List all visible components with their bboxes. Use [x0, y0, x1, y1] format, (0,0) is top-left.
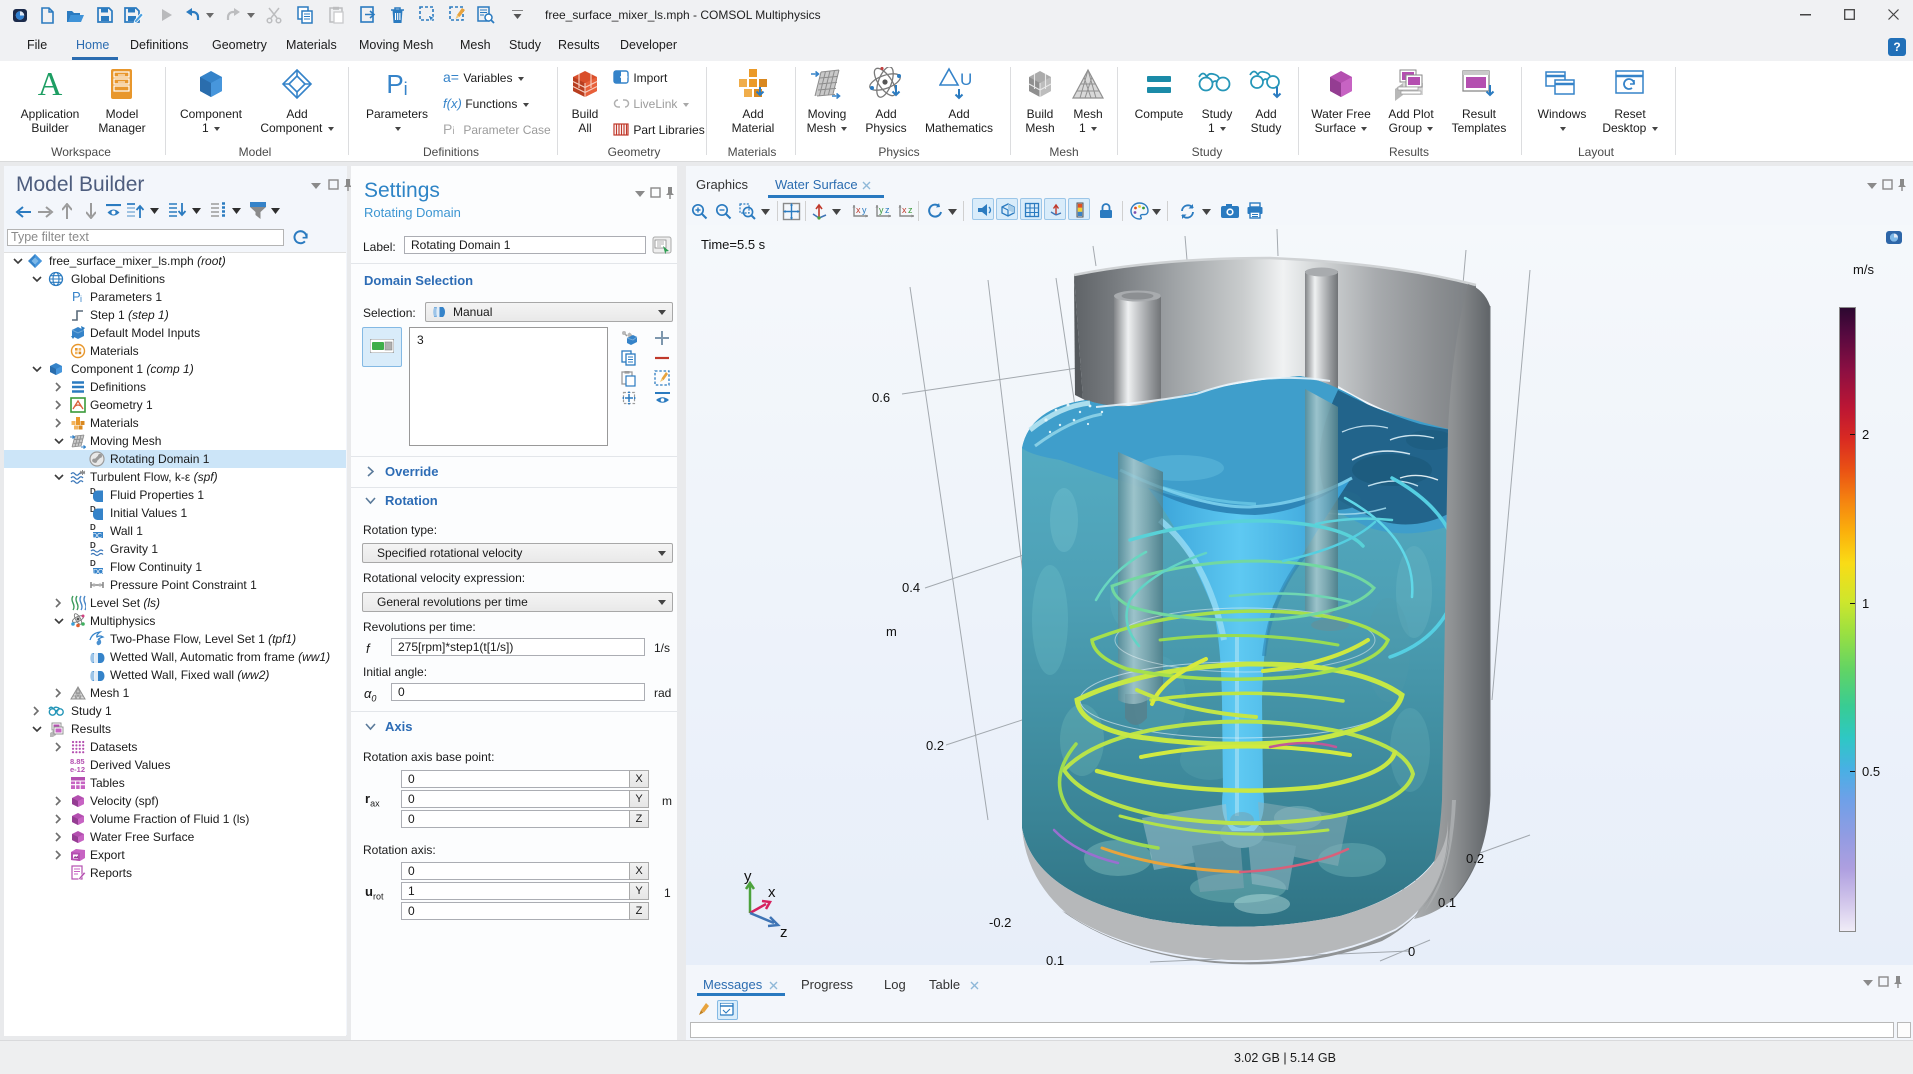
svg-text:z: z — [780, 924, 788, 941]
svg-text:Pi: Pi — [386, 69, 407, 99]
svg-text:D: D — [90, 559, 96, 568]
svg-text:U: U — [960, 70, 972, 89]
svg-text:x: x — [902, 205, 907, 215]
svg-text:z: z — [908, 205, 913, 215]
svg-text:DC: DC — [92, 533, 102, 539]
svg-text:x: x — [856, 205, 861, 215]
svg-text:Pi: Pi — [443, 122, 455, 137]
svg-text:x: x — [768, 884, 776, 901]
svg-text:a=: a= — [443, 70, 459, 85]
svg-text:f(x): f(x) — [443, 96, 462, 111]
svg-text:z: z — [885, 205, 890, 215]
svg-text:e-12: e-12 — [70, 765, 85, 773]
svg-text:i: i — [80, 294, 82, 304]
svg-text:y: y — [879, 205, 884, 215]
svg-text:D: D — [90, 523, 96, 532]
svg-text:A: A — [38, 67, 63, 101]
svg-text:D: D — [90, 541, 96, 550]
svg-text:y: y — [744, 873, 752, 885]
svg-text:y: y — [862, 205, 867, 215]
svg-text:DO: DO — [93, 569, 104, 575]
